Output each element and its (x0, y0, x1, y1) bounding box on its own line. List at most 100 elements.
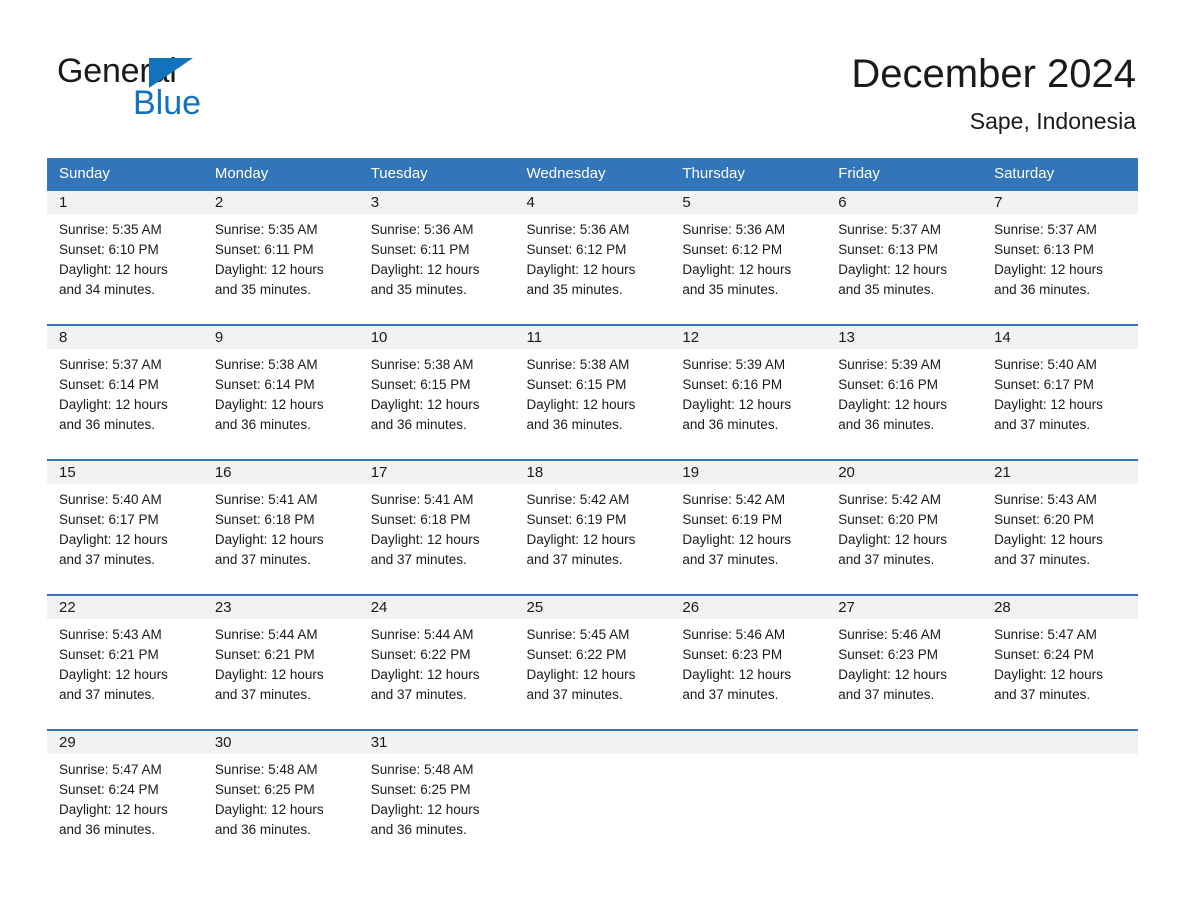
day-number: 19 (670, 461, 827, 484)
day-cell[interactable]: 8 Sunrise: 5:37 AM Sunset: 6:14 PM Dayli… (47, 325, 203, 460)
daylight-text-line2: and 36 minutes. (214, 417, 311, 432)
day-number: 8 (47, 326, 203, 349)
daylight-text-line2: and 37 minutes. (994, 687, 1091, 702)
sunset-text: Sunset: 6:24 PM (59, 782, 159, 797)
daylight-text-line1: Daylight: 12 hours (214, 397, 324, 412)
general-blue-logo[interactable]: General Blue (57, 52, 317, 124)
day-cell[interactable]: 4 Sunrise: 5:36 AM Sunset: 6:12 PM Dayli… (514, 190, 671, 325)
day-number: 29 (47, 731, 203, 754)
day-number: 17 (358, 461, 515, 484)
daylight-text-line1: Daylight: 12 hours (526, 532, 636, 547)
daylight-text-line2: and 36 minutes. (370, 822, 467, 837)
day-cell[interactable]: 24 Sunrise: 5:44 AM Sunset: 6:22 PM Dayl… (358, 595, 515, 730)
daylight-text-line1: Daylight: 12 hours (59, 262, 168, 277)
daylight-text-line2: and 37 minutes. (682, 687, 779, 702)
day-cell[interactable]: 25 Sunrise: 5:45 AM Sunset: 6:22 PM Dayl… (514, 595, 671, 730)
day-cell[interactable]: 1 Sunrise: 5:35 AM Sunset: 6:10 PM Dayli… (47, 190, 203, 325)
day-cell[interactable]: 19 Sunrise: 5:42 AM Sunset: 6:19 PM Dayl… (670, 460, 827, 595)
day-number: 1 (47, 191, 203, 214)
day-number: 2 (202, 191, 359, 214)
sunrise-text: Sunrise: 5:36 AM (682, 222, 786, 237)
day-details: Sunrise: 5:40 AM Sunset: 6:17 PM Dayligh… (982, 349, 1138, 435)
day-cell[interactable]: 27 Sunrise: 5:46 AM Sunset: 6:23 PM Dayl… (826, 595, 983, 730)
weekday-header-friday: Friday (826, 158, 983, 190)
day-number: 31 (358, 731, 515, 754)
day-cell[interactable]: 7 Sunrise: 5:37 AM Sunset: 6:13 PM Dayli… (982, 190, 1138, 325)
day-details: Sunrise: 5:46 AM Sunset: 6:23 PM Dayligh… (670, 619, 826, 705)
day-cell[interactable]: 5 Sunrise: 5:36 AM Sunset: 6:12 PM Dayli… (670, 190, 827, 325)
daylight-text-line1: Daylight: 12 hours (838, 397, 948, 412)
daylight-text-line1: Daylight: 12 hours (370, 397, 480, 412)
day-cell[interactable]: 26 Sunrise: 5:46 AM Sunset: 6:23 PM Dayl… (670, 595, 827, 730)
sunrise-text: Sunrise: 5:37 AM (994, 222, 1097, 237)
day-details: Sunrise: 5:40 AM Sunset: 6:17 PM Dayligh… (47, 484, 203, 570)
day-cell[interactable]: 15 Sunrise: 5:40 AM Sunset: 6:17 PM Dayl… (47, 460, 203, 595)
daylight-text-line2: and 37 minutes. (994, 552, 1091, 567)
sunset-text: Sunset: 6:22 PM (526, 647, 627, 662)
sunset-text: Sunset: 6:11 PM (214, 242, 314, 257)
day-number: 9 (202, 326, 359, 349)
sunrise-text: Sunrise: 5:37 AM (59, 357, 162, 372)
day-cell[interactable]: 20 Sunrise: 5:42 AM Sunset: 6:20 PM Dayl… (826, 460, 983, 595)
day-cell[interactable]: 31 Sunrise: 5:48 AM Sunset: 6:25 PM Dayl… (358, 730, 515, 864)
day-details: Sunrise: 5:39 AM Sunset: 6:16 PM Dayligh… (670, 349, 826, 435)
daylight-text-line1: Daylight: 12 hours (370, 262, 480, 277)
sunset-text: Sunset: 6:12 PM (682, 242, 783, 257)
day-cell[interactable]: 2 Sunrise: 5:35 AM Sunset: 6:11 PM Dayli… (202, 190, 359, 325)
week-row: 8 Sunrise: 5:37 AM Sunset: 6:14 PM Dayli… (47, 325, 1138, 460)
day-details: Sunrise: 5:48 AM Sunset: 6:25 PM Dayligh… (203, 754, 359, 840)
day-details: Sunrise: 5:43 AM Sunset: 6:21 PM Dayligh… (47, 619, 203, 705)
daylight-text-line2: and 35 minutes. (526, 282, 623, 297)
day-cell[interactable]: 18 Sunrise: 5:42 AM Sunset: 6:19 PM Dayl… (514, 460, 671, 595)
daylight-text-line2: and 35 minutes. (370, 282, 467, 297)
day-cell[interactable]: 13 Sunrise: 5:39 AM Sunset: 6:16 PM Dayl… (826, 325, 983, 460)
day-number: 15 (47, 461, 203, 484)
sunset-text: Sunset: 6:17 PM (994, 377, 1094, 392)
day-cell-empty (826, 730, 983, 864)
day-details: Sunrise: 5:35 AM Sunset: 6:11 PM Dayligh… (203, 214, 359, 300)
day-number: 25 (514, 596, 671, 619)
daylight-text-line2: and 36 minutes. (838, 417, 935, 432)
daylight-text-line1: Daylight: 12 hours (526, 667, 636, 682)
day-number: 7 (982, 191, 1138, 214)
sunset-text: Sunset: 6:16 PM (682, 377, 783, 392)
sunrise-text: Sunrise: 5:36 AM (526, 222, 630, 237)
day-cell[interactable]: 12 Sunrise: 5:39 AM Sunset: 6:16 PM Dayl… (670, 325, 827, 460)
day-cell[interactable]: 16 Sunrise: 5:41 AM Sunset: 6:18 PM Dayl… (202, 460, 359, 595)
day-number (670, 731, 827, 754)
day-details: Sunrise: 5:44 AM Sunset: 6:22 PM Dayligh… (359, 619, 515, 705)
location-subtitle: Sape, Indonesia (969, 108, 1136, 134)
sunset-text: Sunset: 6:13 PM (994, 242, 1094, 257)
day-cell[interactable]: 23 Sunrise: 5:44 AM Sunset: 6:21 PM Dayl… (202, 595, 359, 730)
weekday-header-sunday: Sunday (47, 158, 203, 190)
day-cell[interactable]: 11 Sunrise: 5:38 AM Sunset: 6:15 PM Dayl… (514, 325, 671, 460)
day-cell[interactable]: 30 Sunrise: 5:48 AM Sunset: 6:25 PM Dayl… (202, 730, 359, 864)
daylight-text-line2: and 35 minutes. (214, 282, 311, 297)
week-row: 15 Sunrise: 5:40 AM Sunset: 6:17 PM Dayl… (47, 460, 1138, 595)
daylight-text-line2: and 37 minutes. (838, 552, 935, 567)
sunrise-text: Sunrise: 5:38 AM (214, 357, 318, 372)
day-details: Sunrise: 5:38 AM Sunset: 6:15 PM Dayligh… (515, 349, 671, 435)
day-cell[interactable]: 22 Sunrise: 5:43 AM Sunset: 6:21 PM Dayl… (47, 595, 203, 730)
day-cell[interactable]: 29 Sunrise: 5:47 AM Sunset: 6:24 PM Dayl… (47, 730, 203, 864)
day-details: Sunrise: 5:45 AM Sunset: 6:22 PM Dayligh… (515, 619, 671, 705)
daylight-text-line2: and 34 minutes. (59, 282, 156, 297)
title-block: December 2024 Sape, Indonesia (851, 48, 1136, 136)
sunrise-text: Sunrise: 5:42 AM (526, 492, 630, 507)
day-cell[interactable]: 10 Sunrise: 5:38 AM Sunset: 6:15 PM Dayl… (358, 325, 515, 460)
day-cell[interactable]: 21 Sunrise: 5:43 AM Sunset: 6:20 PM Dayl… (982, 460, 1138, 595)
day-number (826, 731, 983, 754)
sunrise-text: Sunrise: 5:35 AM (59, 222, 162, 237)
day-cell[interactable]: 17 Sunrise: 5:41 AM Sunset: 6:18 PM Dayl… (358, 460, 515, 595)
day-cell[interactable]: 6 Sunrise: 5:37 AM Sunset: 6:13 PM Dayli… (826, 190, 983, 325)
daylight-text-line1: Daylight: 12 hours (59, 532, 168, 547)
daylight-text-line2: and 36 minutes. (59, 417, 156, 432)
day-cell[interactable]: 9 Sunrise: 5:38 AM Sunset: 6:14 PM Dayli… (202, 325, 359, 460)
page-header: General Blue December 2024 Sape, Indones… (0, 0, 1188, 152)
sunrise-text: Sunrise: 5:42 AM (682, 492, 786, 507)
day-cell[interactable]: 3 Sunrise: 5:36 AM Sunset: 6:11 PM Dayli… (358, 190, 515, 325)
day-cell[interactable]: 28 Sunrise: 5:47 AM Sunset: 6:24 PM Dayl… (982, 595, 1138, 730)
day-cell[interactable]: 14 Sunrise: 5:40 AM Sunset: 6:17 PM Dayl… (982, 325, 1138, 460)
sunset-text: Sunset: 6:15 PM (370, 377, 471, 392)
day-number: 21 (982, 461, 1138, 484)
